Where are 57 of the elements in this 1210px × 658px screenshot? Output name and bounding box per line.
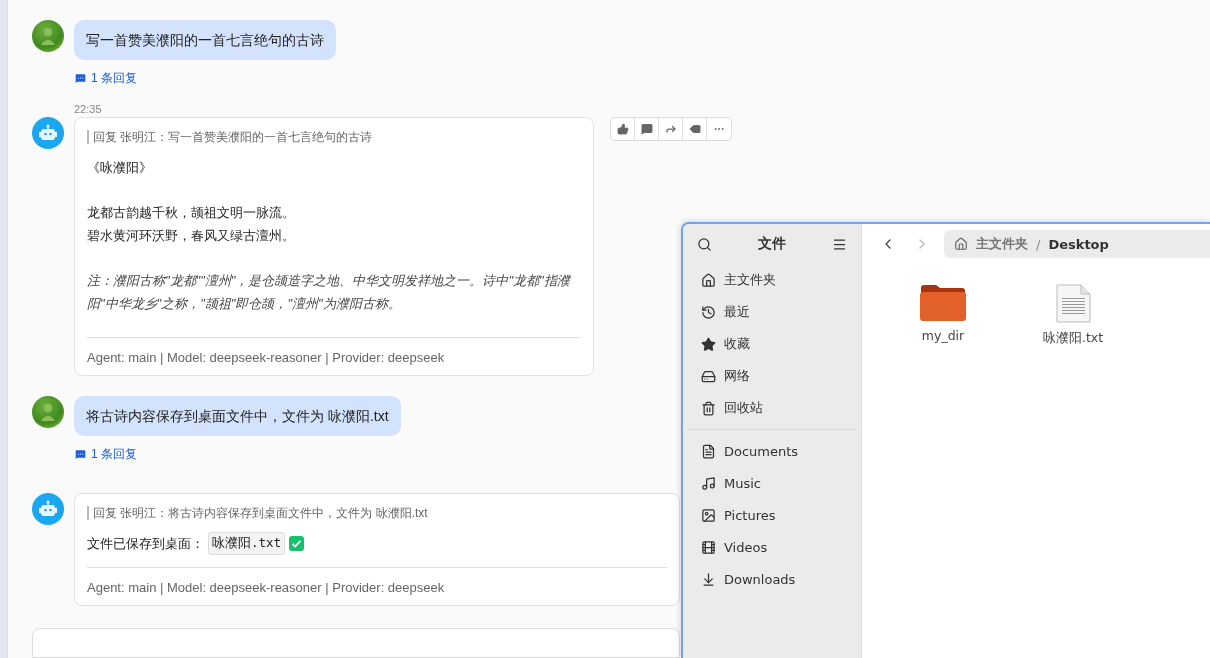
text-file-icon: [1053, 284, 1093, 324]
path-separator: /: [1036, 236, 1041, 252]
model-info: Agent: main | Model: deepseek-reasoner | Provider: deepseek: [87, 350, 446, 365]
message-text: 文件已保存到桌面：: [87, 534, 204, 553]
quoted-message: 回复 张明江：写一首赞美濮阳的一首七言绝句的古诗: [87, 130, 581, 144]
home-icon: [954, 237, 968, 251]
sidebar-item[interactable]: Music: [683, 467, 861, 499]
file-name[interactable]: 咏濮阳.txt: [1042, 330, 1104, 347]
sidebar-item[interactable]: Documents: [683, 435, 861, 467]
music-note-icon: [701, 475, 716, 491]
film-icon: [701, 539, 716, 555]
message-bubble: 写一首赞美濮阳的一首七言绝句的古诗: [74, 20, 336, 60]
sidebar-item[interactable]: 收藏: [683, 328, 861, 360]
history-icon: [701, 304, 716, 320]
check-icon: [289, 536, 305, 551]
robot-avatar: [32, 493, 64, 525]
sidebar-item[interactable]: Pictures: [683, 499, 861, 531]
sidebar-item[interactable]: Downloads: [683, 563, 861, 595]
path-segment[interactable]: Desktop: [1048, 236, 1109, 252]
folder-icon: [919, 284, 967, 322]
menu-icon: [832, 236, 847, 252]
drive-icon: [701, 368, 716, 384]
document-icon: [701, 443, 716, 459]
sidebar-item[interactable]: 最近: [683, 296, 861, 328]
message-input[interactable]: [32, 628, 680, 658]
sidebar-item[interactable]: 回收站: [683, 392, 861, 424]
robot-avatar: [32, 117, 64, 149]
file-name[interactable]: my_dir: [921, 328, 965, 343]
file-name-code: 咏濮阳.txt: [208, 532, 286, 555]
sidebar-item[interactable]: Videos: [683, 531, 861, 563]
user-avatar: [32, 20, 64, 52]
search-icon: [697, 236, 712, 252]
model-info: Agent: main | Model: deepseek-reasoner | Provider: deepseek: [87, 580, 446, 595]
download-icon: [701, 571, 716, 587]
comment-icon: [640, 123, 653, 135]
image-icon: [701, 507, 716, 523]
sidebar-item[interactable]: 主文件夹: [683, 264, 861, 296]
user-avatar: [32, 396, 64, 428]
thumbs-up-icon: [616, 123, 629, 135]
message-bubble: 将古诗内容保存到桌面文件中，文件为 咏濮阳.txt: [74, 396, 401, 436]
poem-text: 《咏濮阳》: [87, 159, 153, 177]
replies-link[interactable]: 1 条回复: [74, 446, 137, 463]
poem-text: 龙都古韵越千秋，颉祖文明一脉流。 碧水黄河环沃野，春风又绿古澶州。: [87, 204, 296, 245]
sidebar-item[interactable]: 网络: [683, 360, 861, 392]
window-title: 文件: [758, 235, 786, 253]
comment-icon: [74, 72, 87, 85]
backspace-icon: [688, 123, 701, 135]
note-text: 注：濮阳古称"龙都""澶州"，是仓颉造字之地、中华文明发祥地之一。诗中"龙都"指濮阳"中华龙乡"之称，"颉祖"即仓颉，"澶州"为濮阳古称。: [87, 272, 572, 313]
forward-icon: [664, 123, 677, 135]
trash-icon: [701, 400, 716, 416]
timestamp: 22:35: [74, 103, 103, 115]
comment-icon: [74, 448, 87, 461]
home-icon: [701, 272, 716, 288]
replies-link[interactable]: 1 条回复: [74, 70, 137, 87]
star-icon: [701, 336, 716, 352]
path-segment[interactable]: 主文件夹: [976, 235, 1028, 253]
quoted-message: 回复 张明江：将古诗内容保存到桌面文件中，文件为 咏濮阳.txt: [87, 506, 667, 520]
